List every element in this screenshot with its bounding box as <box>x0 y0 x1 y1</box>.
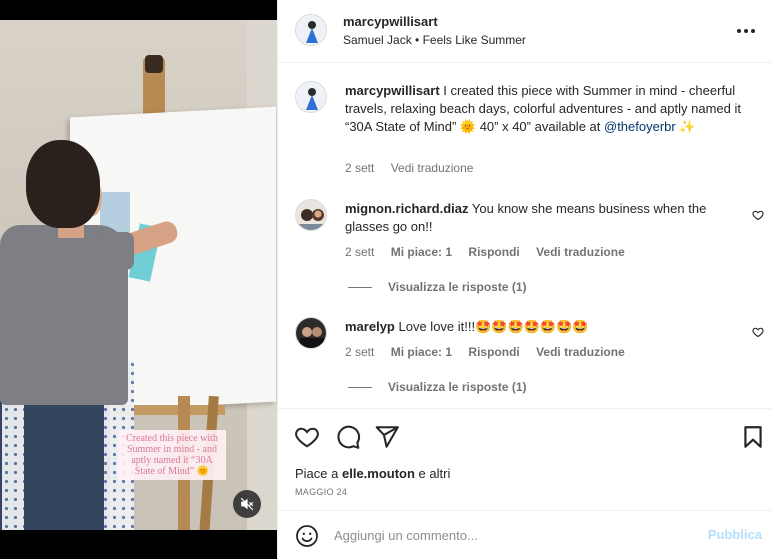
author-avatar[interactable] <box>295 14 327 46</box>
post-caption: marcypwillisart I created this piece wit… <box>345 82 745 136</box>
caption-translate-link[interactable]: Vedi traduzione <box>391 161 474 175</box>
comment-like-icon[interactable] <box>752 326 764 338</box>
post-header: marcypwillisart Samuel Jack • Feels Like… <box>278 0 771 63</box>
more-icon-dot <box>751 29 755 33</box>
replies-divider <box>348 287 372 289</box>
comment-icon <box>337 425 361 449</box>
likes-user-link[interactable]: elle.mouton <box>342 466 415 481</box>
avatar-image <box>296 15 326 45</box>
comment-input[interactable] <box>334 525 694 545</box>
more-icon-dot <box>744 29 748 33</box>
view-replies-label: Visualizza le risposte (1) <box>388 380 527 394</box>
avatar-image <box>296 318 326 348</box>
mute-button[interactable] <box>233 490 261 518</box>
comment-item: marelyp Love love it!!!🤩🤩🤩🤩🤩🤩🤩 <box>345 318 745 336</box>
video-frame: Created this piece with Summer in mind -… <box>0 20 277 530</box>
easel-knob <box>145 55 163 73</box>
post-video[interactable]: Created this piece with Summer in mind -… <box>0 0 277 559</box>
more-options-button[interactable] <box>734 19 758 43</box>
comment-username[interactable]: mignon.richard.diaz <box>345 201 469 216</box>
likes-prefix: Piace a <box>295 466 342 481</box>
caption-trailing: ✨ <box>679 119 696 134</box>
comment-reply-button[interactable]: Rispondi <box>468 245 519 259</box>
comment-reply-button[interactable]: Rispondi <box>468 345 519 359</box>
comment-translate-link[interactable]: Vedi traduzione <box>536 245 625 259</box>
replies-divider <box>348 387 372 389</box>
likes-summary: Piace a elle.mouton e altri <box>295 466 450 481</box>
comment-time[interactable]: 2 sett <box>345 345 374 359</box>
view-replies-button[interactable]: Visualizza le risposte (1) <box>348 280 527 294</box>
comments-list[interactable]: marcypwillisart I created this piece wit… <box>278 64 771 408</box>
avatar-image <box>296 82 326 112</box>
send-icon <box>375 426 399 448</box>
comment-button[interactable] <box>335 424 361 450</box>
bookmark-icon <box>744 426 762 448</box>
view-replies-label: Visualizza le risposte (1) <box>388 280 527 294</box>
comment-meta: 2 sett Mi piace: 1 Rispondi Vedi traduzi… <box>345 345 638 359</box>
caption-time[interactable]: 2 sett <box>345 161 374 175</box>
comment-avatar[interactable] <box>295 199 327 231</box>
post-comment-button[interactable]: Pubblica <box>708 527 762 542</box>
save-button[interactable] <box>740 424 766 450</box>
comment-like-icon[interactable] <box>752 209 764 221</box>
comment-item: mignon.richard.diaz You know she means b… <box>345 200 745 236</box>
mute-icon <box>240 497 254 511</box>
comment-likes[interactable]: Mi piace: 1 <box>391 245 452 259</box>
view-replies-button[interactable]: Visualizza le risposte (1) <box>348 380 527 394</box>
share-button[interactable] <box>374 424 400 450</box>
caption-avatar[interactable] <box>295 81 327 113</box>
comment-likes[interactable]: Mi piace: 1 <box>391 345 452 359</box>
add-comment-bar: Pubblica <box>278 510 771 559</box>
heart-icon <box>295 427 319 448</box>
likes-suffix[interactable]: e altri <box>415 466 451 481</box>
comment-meta: 2 sett Mi piace: 1 Rispondi Vedi traduzi… <box>345 245 638 259</box>
post-date[interactable]: MAGGIO 24 <box>295 487 347 497</box>
like-button[interactable] <box>294 424 320 450</box>
artist-hair <box>26 140 100 228</box>
comment-username[interactable]: marelyp <box>345 319 395 334</box>
video-overlay-caption: Created this piece with Summer in mind -… <box>118 430 226 480</box>
audio-track[interactable]: Samuel Jack • Feels Like Summer <box>343 33 526 47</box>
comment-time[interactable]: 2 sett <box>345 245 374 259</box>
emoji-icon <box>296 525 318 547</box>
caption-mention[interactable]: @thefoyerbr <box>604 119 676 134</box>
comment-translate-link[interactable]: Vedi traduzione <box>536 345 625 359</box>
caption-meta: 2 sett Vedi traduzione <box>345 161 486 175</box>
caption-username[interactable]: marcypwillisart <box>345 83 440 98</box>
post-details-panel: marcypwillisart Samuel Jack • Feels Like… <box>277 0 771 559</box>
avatar-image <box>296 200 326 230</box>
author-username[interactable]: marcypwillisart <box>343 14 438 29</box>
post-actions: Piace a elle.mouton e altri MAGGIO 24 <box>278 408 771 509</box>
more-icon <box>737 29 741 33</box>
emoji-button[interactable] <box>295 524 319 548</box>
comment-avatar[interactable] <box>295 317 327 349</box>
comment-text: Love love it!!!🤩🤩🤩🤩🤩🤩🤩 <box>398 319 589 334</box>
artist-sleeve <box>98 232 134 270</box>
